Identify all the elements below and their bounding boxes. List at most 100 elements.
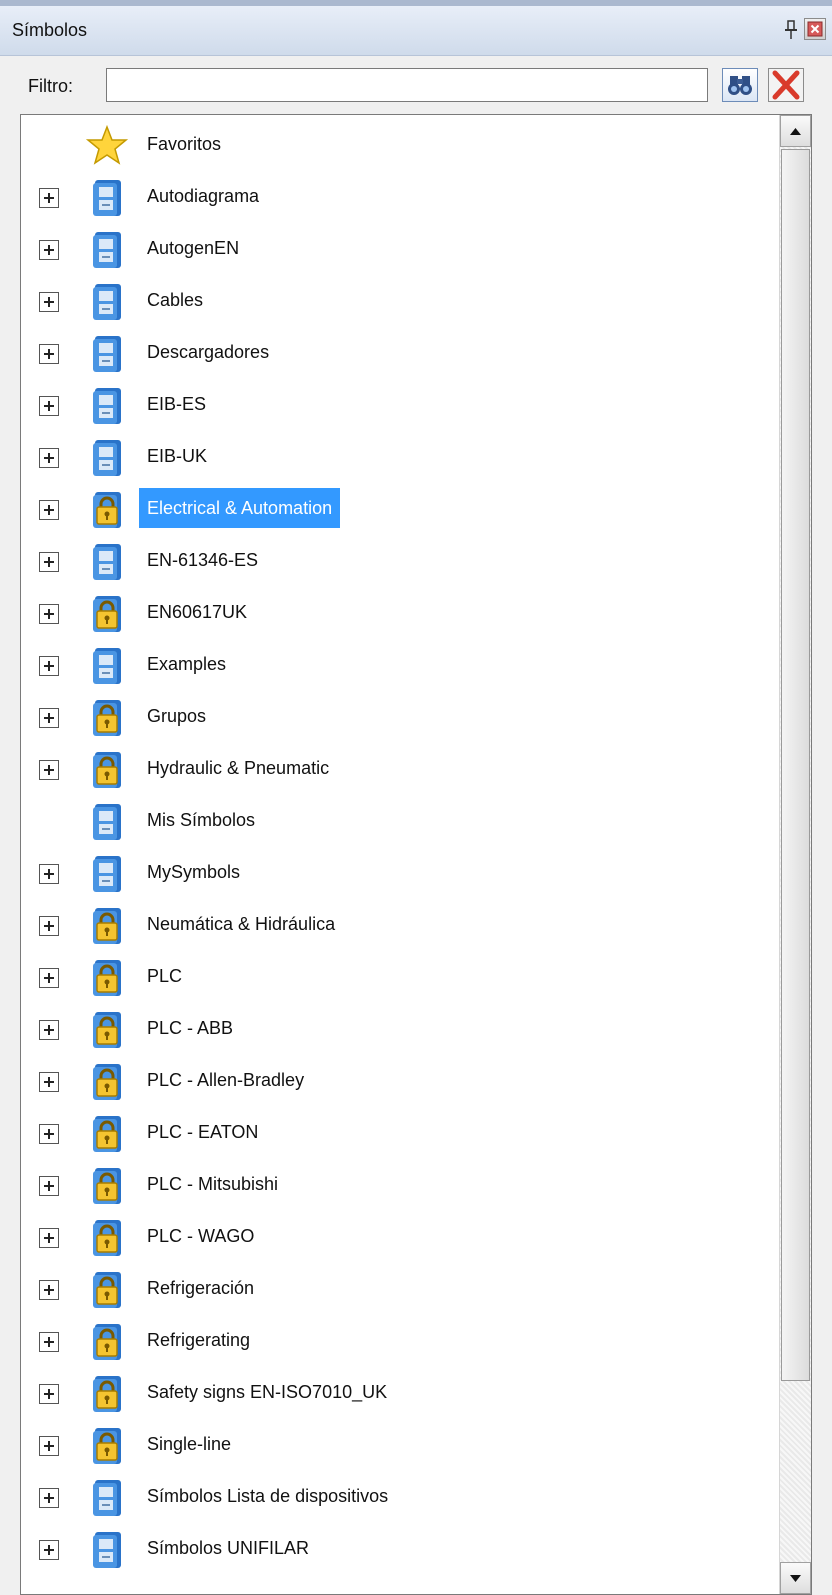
tree-item-label: Autodiagrama (147, 186, 260, 206)
library-icon (85, 540, 129, 584)
tree-item-label: Símbolos Lista de dispositivos (147, 1486, 389, 1506)
expand-plus-icon[interactable] (39, 1176, 59, 1196)
tree-item-label: PLC - EATON (147, 1122, 259, 1142)
expand-plus-icon[interactable] (39, 968, 59, 988)
locked-library-icon (85, 748, 129, 792)
tree-item-label: PLC (147, 966, 183, 986)
locked-library-icon (85, 1164, 129, 1208)
star-icon (85, 124, 129, 168)
expand-plus-icon[interactable] (39, 292, 59, 312)
library-icon (85, 280, 129, 324)
scroll-down-button[interactable] (780, 1562, 811, 1594)
expand-plus-icon[interactable] (39, 448, 59, 468)
expand-plus-icon[interactable] (39, 1072, 59, 1092)
tree-item[interactable]: Grupos (21, 693, 781, 743)
locked-library-icon (85, 1008, 129, 1052)
tree-item-label: PLC - Mitsubishi (147, 1174, 279, 1194)
expand-plus-icon[interactable] (39, 708, 59, 728)
tree-item[interactable]: Neumática & Hidráulica (21, 901, 781, 951)
tree-item[interactable]: Refrigeración (21, 1265, 781, 1315)
locked-library-icon (85, 1112, 129, 1156)
tree-item[interactable]: EN-61346-ES (21, 537, 781, 587)
panel-title: Símbolos (12, 20, 88, 40)
expand-plus-icon[interactable] (39, 1540, 59, 1560)
expand-plus-icon[interactable] (39, 552, 59, 572)
symbol-library-tree[interactable]: Favoritos Autodiagrama AutogenEN Cables Desc… (20, 114, 812, 1595)
expand-plus-icon[interactable] (39, 1124, 59, 1144)
expand-plus-icon[interactable] (39, 240, 59, 260)
tree-item[interactable]: Favoritos (21, 121, 781, 171)
binoculars-icon (728, 76, 752, 95)
tree-item[interactable]: Autodiagrama (21, 173, 781, 223)
tree-item[interactable]: Refrigerating (21, 1317, 781, 1367)
expand-plus-icon[interactable] (39, 396, 59, 416)
tree-item[interactable]: Electrical & Automation (21, 485, 781, 535)
expand-plus-icon[interactable] (39, 1280, 59, 1300)
vertical-scrollbar[interactable] (779, 115, 811, 1594)
library-icon (85, 852, 129, 896)
tree-item[interactable]: EN60617UK (21, 589, 781, 639)
tree-item-label: Electrical & Automation (139, 488, 341, 528)
locked-library-icon (85, 1216, 129, 1260)
scroll-thumb[interactable] (781, 149, 810, 1381)
tree-item-label: PLC - Allen-Bradley (147, 1070, 305, 1090)
expand-plus-icon[interactable] (39, 656, 59, 676)
arrow-down-icon (790, 1575, 801, 1582)
pin-icon[interactable] (784, 20, 798, 40)
expand-plus-icon[interactable] (39, 916, 59, 936)
tree-item[interactable]: Símbolos UNIFILAR (21, 1525, 781, 1575)
search-button[interactable] (722, 68, 758, 102)
tree-item[interactable]: PLC - Mitsubishi (21, 1161, 781, 1211)
tree-item[interactable]: EIB-ES (21, 381, 781, 431)
tree-item[interactable]: Descargadores (21, 329, 781, 379)
library-icon (85, 800, 129, 844)
tree-item[interactable]: EIB-UK (21, 433, 781, 483)
scroll-up-button[interactable] (780, 115, 811, 147)
expand-plus-icon[interactable] (39, 1228, 59, 1248)
tree-item[interactable]: Hydraulic & Pneumatic (21, 745, 781, 795)
tree-item[interactable]: Símbolos Lista de dispositivos (21, 1473, 781, 1523)
expand-plus-icon[interactable] (39, 864, 59, 884)
tree-item[interactable]: PLC - WAGO (21, 1213, 781, 1263)
tree-item-label: Refrigerating (147, 1330, 251, 1350)
tree-item-label: EN-61346-ES (147, 550, 259, 570)
expand-plus-icon[interactable] (39, 500, 59, 520)
tree-item[interactable]: Safety signs EN-ISO7010_UK (21, 1369, 781, 1419)
filter-input[interactable] (106, 68, 708, 102)
tree-item[interactable]: Examples (21, 641, 781, 691)
library-icon (85, 436, 129, 480)
locked-library-icon (85, 1372, 129, 1416)
library-icon (85, 176, 129, 220)
expand-plus-icon[interactable] (39, 1488, 59, 1508)
tree-item-label: Refrigeración (147, 1278, 255, 1298)
tree-item[interactable]: PLC - ABB (21, 1005, 781, 1055)
tree-item[interactable]: Single-line (21, 1421, 781, 1471)
locked-library-icon (85, 592, 129, 636)
expand-plus-icon[interactable] (39, 1384, 59, 1404)
tree-item[interactable]: PLC - Allen-Bradley (21, 1057, 781, 1107)
tree-item[interactable]: Mis Símbolos (21, 797, 781, 847)
tree-item[interactable]: PLC - EATON (21, 1109, 781, 1159)
tree-item[interactable]: Cables (21, 277, 781, 327)
library-icon (85, 644, 129, 688)
expand-plus-icon[interactable] (39, 344, 59, 364)
expand-plus-icon[interactable] (39, 760, 59, 780)
close-panel-button[interactable] (804, 18, 826, 40)
panel-titlebar[interactable]: Símbolos (0, 0, 832, 56)
filter-label: Filtro: (28, 76, 73, 96)
tree-item[interactable]: PLC (21, 953, 781, 1003)
locked-library-icon (85, 1268, 129, 1312)
expand-plus-icon[interactable] (39, 1020, 59, 1040)
expand-plus-icon[interactable] (39, 1332, 59, 1352)
tree-item-label: Hydraulic & Pneumatic (147, 758, 330, 778)
locked-library-icon (85, 696, 129, 740)
arrow-up-icon (790, 128, 801, 135)
clear-filter-button[interactable] (768, 68, 804, 102)
expand-plus-icon[interactable] (39, 1436, 59, 1456)
tree-item-label: EIB-UK (147, 446, 208, 466)
tree-item[interactable]: AutogenEN (21, 225, 781, 275)
tree-item[interactable]: MySymbols (21, 849, 781, 899)
expand-plus-icon[interactable] (39, 188, 59, 208)
locked-library-icon (85, 956, 129, 1000)
expand-plus-icon[interactable] (39, 604, 59, 624)
